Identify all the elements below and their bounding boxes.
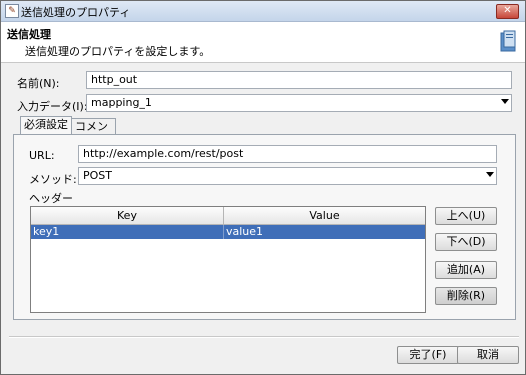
move-down-button[interactable]: 下へ(D)	[435, 233, 497, 251]
input-data-value: mapping_1	[91, 96, 152, 109]
method-label: メソッド:	[29, 173, 77, 186]
method-value: POST	[83, 169, 112, 182]
chevron-down-icon	[486, 172, 494, 177]
name-label: 名前(N):	[17, 77, 60, 90]
footer-divider	[9, 336, 519, 338]
close-button[interactable]: ✕	[496, 4, 519, 19]
header-description: 送信処理のプロパティを設定します。	[25, 45, 211, 58]
dialog-header: 送信処理 送信処理のプロパティを設定します。	[1, 22, 525, 63]
move-up-button[interactable]: 上へ(U)	[435, 207, 497, 225]
header-title: 送信処理	[7, 28, 51, 41]
headers-table[interactable]: Key Value key1 value1	[30, 206, 426, 313]
document-icon	[500, 30, 516, 52]
add-button[interactable]: 追加(A)	[435, 261, 497, 279]
table-row[interactable]: key1 value1	[31, 225, 425, 239]
url-label: URL:	[29, 149, 55, 162]
name-input[interactable]: http_out	[86, 71, 512, 89]
column-header-value[interactable]: Value	[224, 207, 425, 225]
properties-dialog: ✎ 送信処理のプロパティ ✕ 送信処理 送信処理のプロパティを設定します。 名前…	[0, 0, 526, 375]
tab-required[interactable]: 必須設定	[20, 116, 72, 135]
method-select[interactable]: POST	[78, 167, 497, 185]
tab-comment[interactable]: コメント	[71, 118, 116, 148]
cancel-button[interactable]: 取消	[457, 346, 519, 364]
chevron-down-icon	[501, 99, 509, 104]
input-data-select[interactable]: mapping_1	[86, 94, 512, 112]
input-data-label: 入力データ(I):	[17, 100, 88, 113]
url-input[interactable]: http://example.com/rest/post	[78, 145, 497, 163]
window-title: 送信処理のプロパティ	[21, 6, 131, 19]
title-bar: ✎ 送信処理のプロパティ ✕	[1, 1, 525, 22]
column-header-key[interactable]: Key	[31, 207, 224, 225]
finish-button[interactable]: 完了(F)	[397, 346, 459, 364]
cell-key: key1	[31, 225, 224, 239]
headers-label: ヘッダー	[29, 192, 73, 205]
delete-button[interactable]: 削除(R)	[435, 287, 497, 305]
app-icon: ✎	[5, 4, 19, 18]
cell-value: value1	[226, 225, 264, 238]
